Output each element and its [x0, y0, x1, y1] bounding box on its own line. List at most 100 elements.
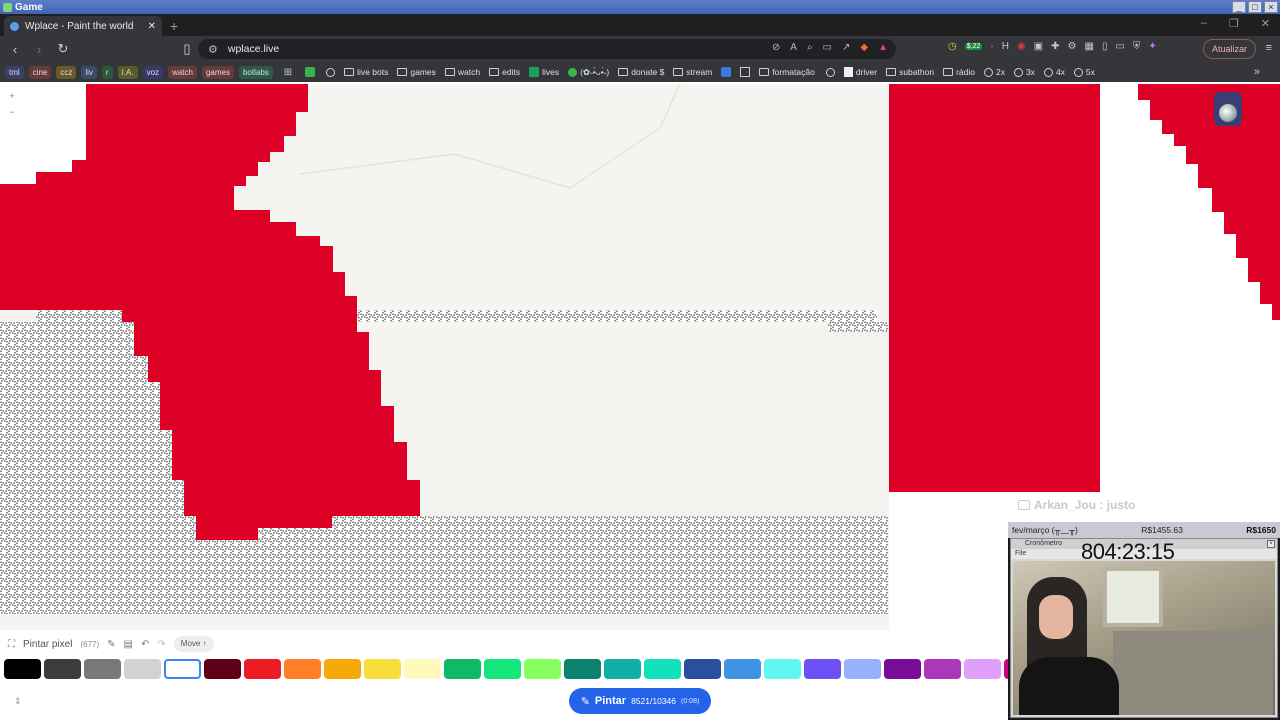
expand-icon[interactable]: ⛶ [8, 639, 15, 650]
bookmark-games[interactable]: games [397, 67, 436, 77]
bookmark-chip[interactable]: voz [142, 65, 164, 79]
bookmark-5x[interactable]: 5x [1073, 67, 1095, 77]
more-bookmarks-icon[interactable]: » [1254, 66, 1260, 78]
save-icon[interactable]: ▤ [124, 639, 133, 650]
bookmark-chip[interactable]: games [201, 65, 234, 79]
bookmark-donate[interactable]: donate $ [618, 67, 664, 77]
bookmark-radio[interactable]: rádio [943, 67, 975, 77]
pencil-icon[interactable]: ✎ [107, 639, 115, 650]
color-swatch[interactable] [444, 659, 481, 679]
timer-close-icon[interactable]: × [1267, 540, 1275, 548]
bookmark-chip[interactable]: r [101, 65, 113, 79]
balance-badge[interactable]: $,22 [964, 43, 983, 50]
color-swatch[interactable] [644, 659, 681, 679]
close-tab-icon[interactable]: ✕ [148, 21, 156, 32]
color-swatch[interactable] [404, 659, 441, 679]
color-swatch[interactable] [44, 659, 81, 679]
color-swatch[interactable] [604, 659, 641, 679]
bookmark-box-icon[interactable] [740, 67, 751, 77]
bookmark-chip[interactable]: cine [28, 65, 52, 79]
extension-gear-icon[interactable]: ⚙ [1068, 41, 1077, 52]
bookmark-chip[interactable]: I.A. [117, 65, 138, 79]
color-swatch[interactable] [204, 659, 241, 679]
extension-clock-icon[interactable]: ◷ [948, 41, 957, 52]
undo-icon[interactable]: ↶ [141, 639, 149, 650]
translate-icon[interactable]: A [790, 42, 797, 53]
color-swatch[interactable] [364, 659, 401, 679]
bookmark-edits[interactable]: edits [489, 67, 520, 77]
bookmark-subathon[interactable]: subathon [886, 67, 934, 77]
color-swatch[interactable] [684, 659, 721, 679]
vpn-icon[interactable]: ⛨ [1133, 41, 1141, 52]
extension-h-icon[interactable]: H [1002, 41, 1009, 52]
palette-toggle-icon[interactable]: ⇕ [14, 696, 22, 707]
color-swatch[interactable] [804, 659, 841, 679]
color-swatch[interactable] [884, 659, 921, 679]
forward-icon[interactable]: › [32, 42, 46, 57]
redo-icon[interactable]: ↷ [157, 639, 165, 650]
browser-restore-icon[interactable]: ❐ [1229, 17, 1239, 30]
update-button[interactable]: Atualizar [1202, 39, 1256, 59]
paint-button[interactable]: ✎ Pintar 8521/10346 (0:08) [569, 688, 711, 714]
bookmark-green-icon[interactable] [305, 67, 316, 77]
tab-wplace[interactable]: Wplace - Paint the world ✕ [4, 16, 162, 36]
extension-notif-icon[interactable]: ▣ [1034, 41, 1043, 52]
share-icon[interactable]: ↗ [842, 42, 850, 53]
color-swatch[interactable] [964, 659, 1001, 679]
cast-icon[interactable]: ▭ [823, 42, 832, 53]
color-swatch[interactable] [844, 659, 881, 679]
reload-icon[interactable]: ↻ [56, 41, 70, 57]
sidebar-icon[interactable]: ▯ [1102, 41, 1108, 52]
color-swatch[interactable] [524, 659, 561, 679]
bookmark-chip[interactable]: ccz [56, 65, 77, 79]
zoom-out-icon[interactable]: − [6, 106, 18, 118]
back-icon[interactable]: ‹ [8, 42, 22, 57]
bookmark-2x[interactable]: 2x [983, 67, 1005, 77]
zoom-in-icon[interactable]: + [6, 90, 18, 102]
globe-button[interactable] [1214, 92, 1242, 126]
rewards-icon[interactable]: ▲ [878, 42, 888, 53]
extension-record-icon[interactable]: ◉ [1017, 41, 1026, 52]
omnibox[interactable]: ⚙ wplace.live ⊘ A ⌕ ▭ ↗ ◆ ▲ [198, 39, 896, 59]
extension-dot-icon[interactable]: · [990, 41, 993, 52]
bookmark-formatacao[interactable]: formatação [759, 67, 815, 77]
bookmark-chip[interactable]: botlabs [238, 65, 273, 79]
bookmark-icon[interactable]: ▯ [180, 41, 194, 57]
color-swatch[interactable] [284, 659, 321, 679]
bookmark-driver[interactable]: driver [843, 67, 877, 77]
minimize-button[interactable]: _ [1232, 1, 1246, 13]
color-swatch[interactable] [564, 659, 601, 679]
brave-shield-icon[interactable]: ◆ [860, 42, 868, 53]
color-swatch[interactable] [484, 659, 521, 679]
color-swatch[interactable] [324, 659, 361, 679]
zoom-icon[interactable]: ⌕ [807, 42, 813, 53]
bookmark-chip[interactable]: watch [168, 65, 197, 79]
bookmark-stream[interactable]: stream [673, 67, 712, 77]
color-swatch[interactable] [84, 659, 121, 679]
color-swatch[interactable] [764, 659, 801, 679]
color-swatch[interactable] [924, 659, 961, 679]
bookmark-blue-icon[interactable] [721, 67, 732, 77]
site-info-icon[interactable]: ⚙ [208, 43, 218, 56]
bookmark-live-bots[interactable]: live bots [344, 67, 388, 77]
maximize-button[interactable]: □ [1248, 1, 1262, 13]
bookmark-globe-icon[interactable] [326, 67, 336, 77]
menu-icon[interactable]: ≡ [1266, 42, 1272, 54]
new-tab-button[interactable]: + [170, 18, 178, 34]
extensions-puzzle-icon[interactable]: ✚ [1051, 41, 1059, 52]
bookmark-chip[interactable]: liv [81, 65, 97, 79]
bookmark-4x[interactable]: 4x [1043, 67, 1065, 77]
eye-off-icon[interactable]: ⊘ [772, 42, 780, 53]
bookmark-3x[interactable]: 3x [1013, 67, 1035, 77]
move-button[interactable]: Move ↑ [173, 636, 214, 652]
bookmark-lives[interactable]: lives [529, 67, 559, 77]
leo-ai-icon[interactable]: ✦ [1148, 41, 1156, 52]
browser-minimize-icon[interactable]: – [1201, 17, 1207, 30]
extension-box-icon[interactable]: ▦ [1084, 41, 1093, 52]
close-button[interactable]: × [1264, 1, 1278, 13]
bookmark-globe-icon[interactable] [825, 67, 835, 77]
browser-close-icon[interactable]: ✕ [1261, 17, 1270, 30]
bookmark-watch[interactable]: watch [444, 67, 480, 77]
color-swatch[interactable] [124, 659, 161, 679]
apps-grid-icon[interactable]: ⊞ [284, 67, 292, 78]
